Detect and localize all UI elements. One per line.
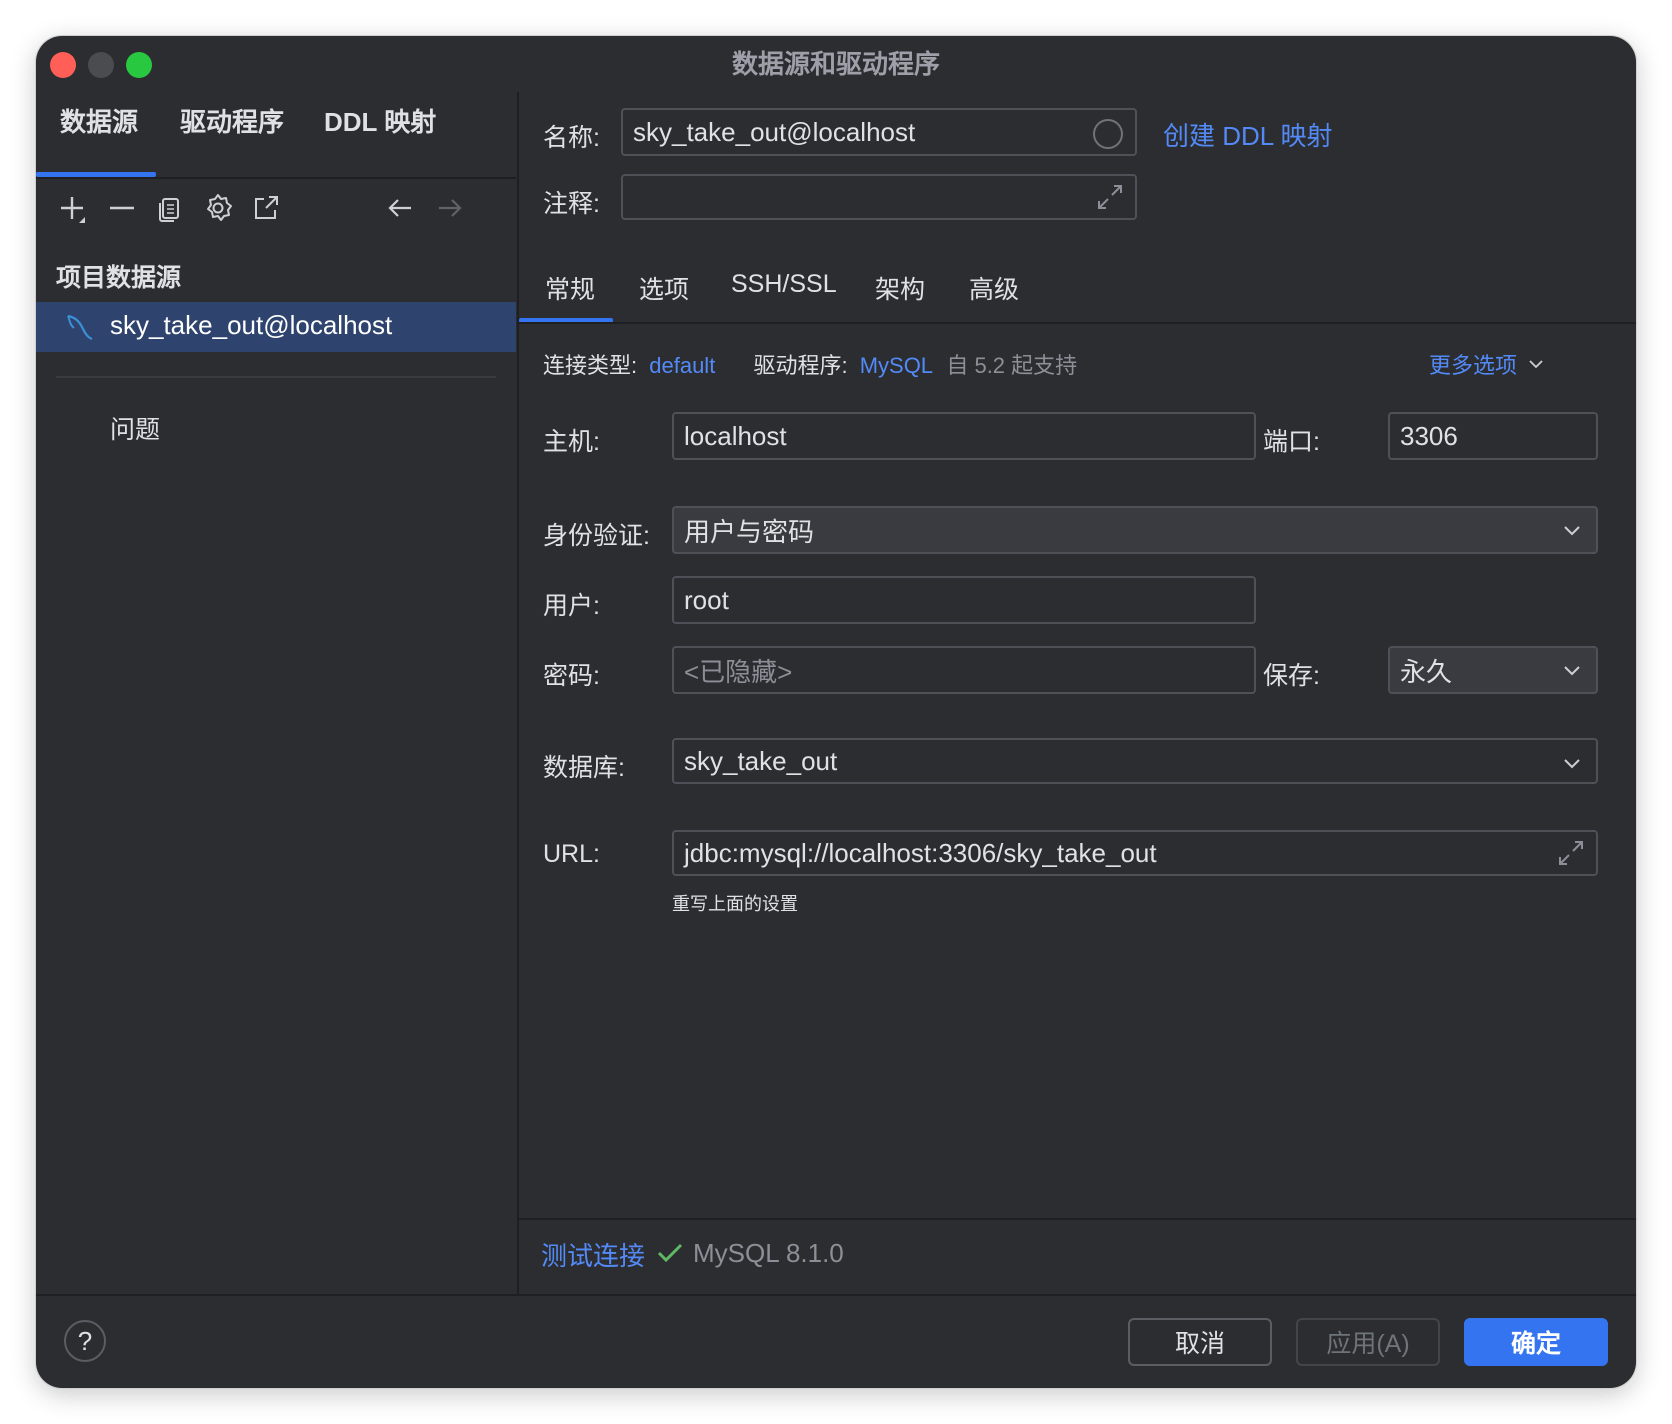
apply-button[interactable]: 应用(A) bbox=[1296, 1318, 1440, 1366]
tab-data-sources[interactable]: 数据源 bbox=[60, 102, 138, 139]
driver-label: 驱动程序: bbox=[753, 353, 848, 378]
test-connection-link[interactable]: 测试连接 bbox=[541, 1236, 645, 1273]
database-value: sky_take_out bbox=[684, 745, 838, 776]
save-password-select[interactable]: 永久 bbox=[1388, 646, 1598, 694]
connection-type-link[interactable]: default bbox=[649, 353, 715, 378]
user-value: root bbox=[684, 584, 729, 615]
tab-schemas[interactable]: 架构 bbox=[875, 270, 925, 306]
open-external-icon[interactable] bbox=[248, 190, 284, 226]
driver-support-note: 自 5.2 起支持 bbox=[946, 353, 1078, 378]
port-value: 3306 bbox=[1400, 420, 1458, 451]
driver-link[interactable]: MySQL bbox=[860, 353, 933, 378]
tab-drivers[interactable]: 驱动程序 bbox=[180, 102, 284, 139]
tab-ddl-mappings[interactable]: DDL 映射 bbox=[324, 102, 436, 139]
auth-label: 身份验证: bbox=[543, 522, 650, 550]
duplicate-icon[interactable] bbox=[152, 190, 188, 226]
tab-options[interactable]: 选项 bbox=[639, 270, 689, 306]
back-arrow-icon[interactable] bbox=[382, 190, 418, 226]
cancel-label: 取消 bbox=[1174, 1330, 1225, 1358]
ok-label: 确定 bbox=[1510, 1330, 1561, 1358]
host-input[interactable]: localhost bbox=[672, 412, 1256, 460]
sidebar-tabs-divider bbox=[36, 177, 516, 179]
datasource-name: sky_take_out@localhost bbox=[110, 310, 393, 340]
comment-label: 注释: bbox=[543, 190, 600, 218]
help-button[interactable]: ? bbox=[64, 1320, 106, 1362]
save-value: 永久 bbox=[1400, 656, 1453, 687]
datasource-list-item[interactable]: sky_take_out@localhost bbox=[36, 302, 516, 352]
password-input[interactable]: <已隐藏> bbox=[672, 646, 1256, 694]
dialog-window: 数据源和驱动程序 数据源 驱动程序 DDL 映射 项目数据源 sky_take_… bbox=[36, 36, 1636, 1388]
user-input[interactable]: root bbox=[672, 576, 1256, 624]
url-hint: 重写上面的设置 bbox=[672, 894, 798, 914]
user-label: 用户: bbox=[543, 592, 600, 620]
remove-icon[interactable] bbox=[104, 190, 140, 226]
footer-divider bbox=[36, 1294, 1636, 1296]
port-label: 端口: bbox=[1263, 428, 1320, 456]
tab-general[interactable]: 常规 bbox=[545, 270, 595, 306]
tab-advanced[interactable]: 高级 bbox=[969, 270, 1019, 306]
password-label: 密码: bbox=[543, 662, 600, 690]
chevron-down-icon bbox=[1529, 360, 1543, 369]
settings-icon[interactable] bbox=[200, 190, 236, 226]
password-placeholder: <已隐藏> bbox=[684, 656, 793, 687]
tab-ssh-ssl[interactable]: SSH/SSL bbox=[731, 270, 837, 299]
port-input[interactable]: 3306 bbox=[1388, 412, 1598, 460]
create-ddl-mapping-link[interactable]: 创建 DDL 映射 bbox=[1163, 116, 1333, 153]
window-title: 数据源和驱动程序 bbox=[731, 49, 940, 79]
url-value: jdbc:mysql://localhost:3306/sky_take_out bbox=[684, 837, 1157, 868]
name-input[interactable]: sky_take_out@localhost bbox=[621, 108, 1137, 156]
apply-label: 应用(A) bbox=[1326, 1330, 1410, 1358]
sidebar: 数据源 驱动程序 DDL 映射 项目数据源 sky_take_out@local… bbox=[36, 92, 516, 1294]
test-result: MySQL 8.1.0 bbox=[693, 1238, 844, 1268]
save-label: 保存: bbox=[1263, 662, 1320, 690]
check-icon bbox=[655, 1238, 685, 1273]
chevron-down-icon bbox=[1564, 666, 1580, 676]
forward-arrow-icon bbox=[432, 190, 468, 226]
add-icon[interactable] bbox=[56, 190, 92, 226]
tabs-divider bbox=[519, 322, 1636, 324]
database-label: 数据库: bbox=[543, 754, 625, 782]
comment-input[interactable] bbox=[621, 174, 1137, 220]
test-bar-divider bbox=[519, 1218, 1636, 1220]
help-icon: ? bbox=[77, 1325, 93, 1356]
color-circle-icon[interactable] bbox=[1093, 119, 1123, 149]
sidebar-divider bbox=[56, 376, 496, 378]
mysql-icon bbox=[62, 310, 96, 349]
datasource-settings-panel: 名称: sky_take_out@localhost 创建 DDL 映射 注释:… bbox=[517, 92, 1636, 1294]
more-options-link[interactable]: 更多选项 bbox=[1429, 348, 1545, 380]
host-label: 主机: bbox=[543, 428, 600, 456]
cancel-button[interactable]: 取消 bbox=[1128, 1318, 1272, 1366]
host-value: localhost bbox=[684, 420, 787, 451]
url-input[interactable]: jdbc:mysql://localhost:3306/sky_take_out bbox=[672, 830, 1598, 876]
name-label: 名称: bbox=[543, 124, 600, 152]
expand-icon[interactable] bbox=[1556, 838, 1586, 875]
chevron-down-icon bbox=[1564, 759, 1580, 769]
name-value: sky_take_out@localhost bbox=[633, 116, 916, 147]
url-label: URL: bbox=[543, 840, 600, 868]
connection-type-label: 连接类型: bbox=[543, 353, 638, 378]
connection-info: 连接类型: default 驱动程序: MySQL 自 5.2 起支持 bbox=[543, 348, 1077, 380]
auth-select[interactable]: 用户与密码 bbox=[672, 506, 1598, 554]
more-options-label: 更多选项 bbox=[1429, 353, 1518, 378]
database-combo[interactable]: sky_take_out bbox=[672, 738, 1598, 784]
section-title: 项目数据源 bbox=[56, 264, 182, 292]
ok-button[interactable]: 确定 bbox=[1464, 1318, 1608, 1366]
expand-icon[interactable] bbox=[1095, 182, 1125, 219]
chevron-down-icon bbox=[1564, 526, 1580, 536]
problems-item[interactable]: 问题 bbox=[110, 410, 160, 446]
auth-value: 用户与密码 bbox=[684, 516, 815, 547]
